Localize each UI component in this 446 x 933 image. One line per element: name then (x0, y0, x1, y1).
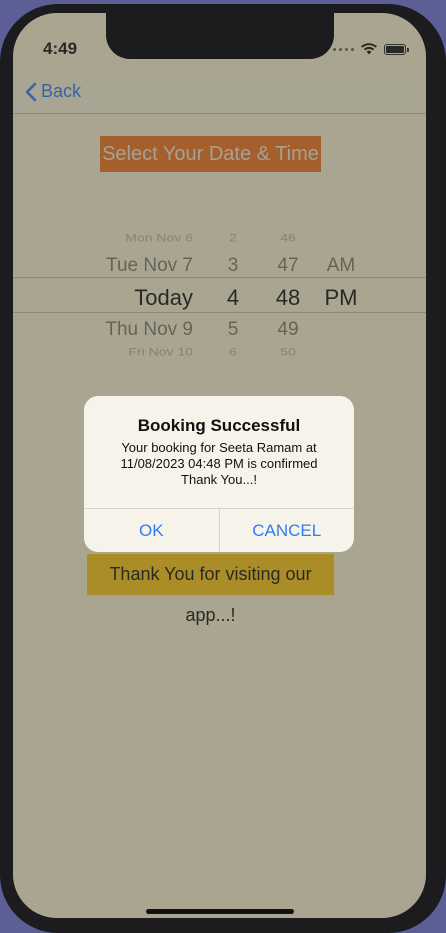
ok-button[interactable]: OK (84, 509, 219, 552)
home-indicator[interactable] (146, 909, 294, 914)
alert-message-line: Your booking for Seeta Ramam at (121, 440, 317, 455)
cancel-button[interactable]: CANCEL (218, 509, 355, 552)
phone-body: 4:49 Back Select Your Date & Time Mon No… (0, 4, 446, 933)
alert-message-line: 11/08/2023 04:48 PM is confirmed (120, 456, 318, 471)
alert-button-row: OK CANCEL (84, 508, 354, 552)
alert-title: Booking Successful (137, 416, 301, 435)
booking-alert-dialog: Booking Successful Your booking for Seet… (84, 396, 354, 552)
notch (106, 13, 334, 59)
alert-message: Your booking for Seeta Ramam at 11/08/20… (96, 440, 342, 488)
app-screen: 4:49 Back Select Your Date & Time Mon No… (13, 13, 426, 918)
alert-message-line: Thank You...! (181, 472, 257, 487)
device-frame: 4:49 Back Select Your Date & Time Mon No… (0, 0, 446, 933)
